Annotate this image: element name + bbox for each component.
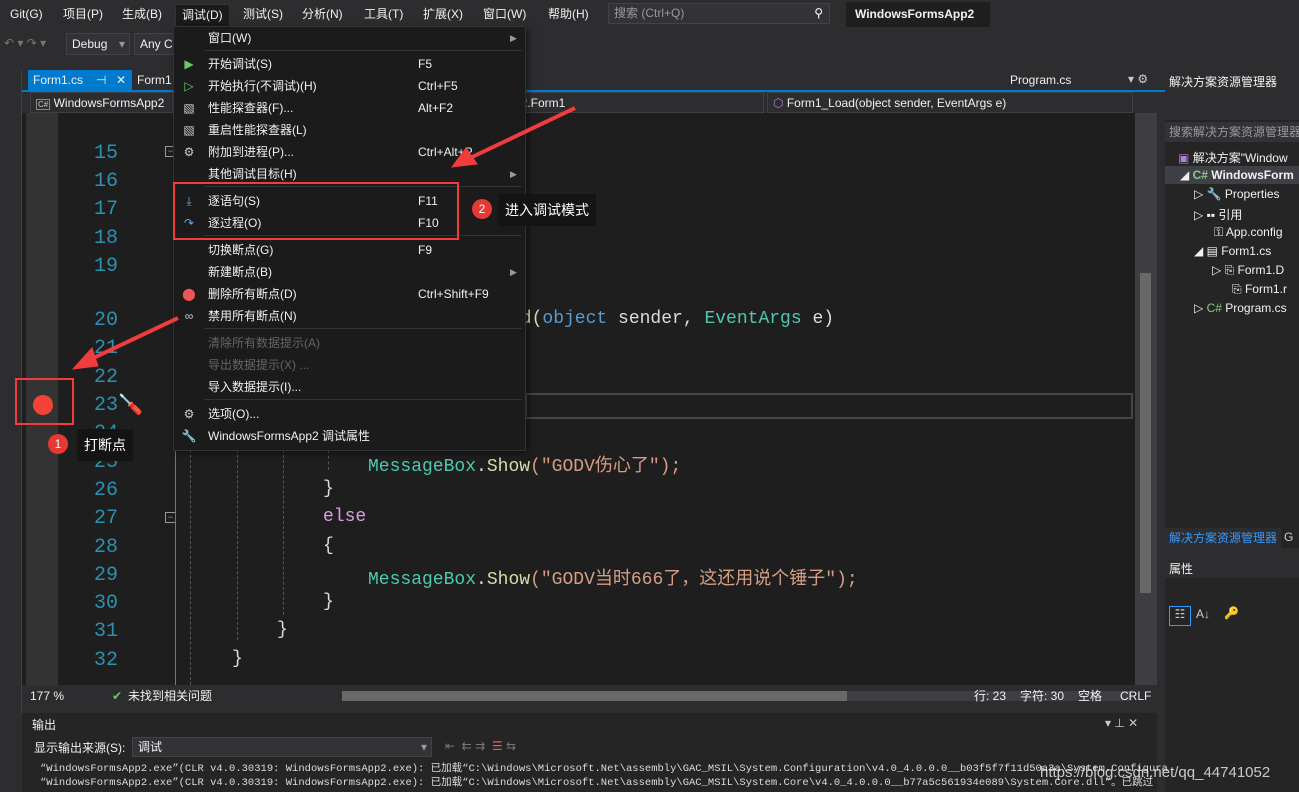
annotation-badge-2: 2 — [472, 199, 492, 219]
annotation-tip-2: 进入调试模式 — [498, 194, 596, 226]
annotation-arrows — [71, 106, 576, 370]
arrow-to-breakpoint — [84, 316, 179, 364]
arrowhead — [71, 347, 99, 370]
annotation-tip-1: 打断点 — [77, 429, 133, 461]
arrow-to-step-menu — [469, 106, 576, 160]
annotation-badge-1: 1 — [48, 434, 68, 454]
